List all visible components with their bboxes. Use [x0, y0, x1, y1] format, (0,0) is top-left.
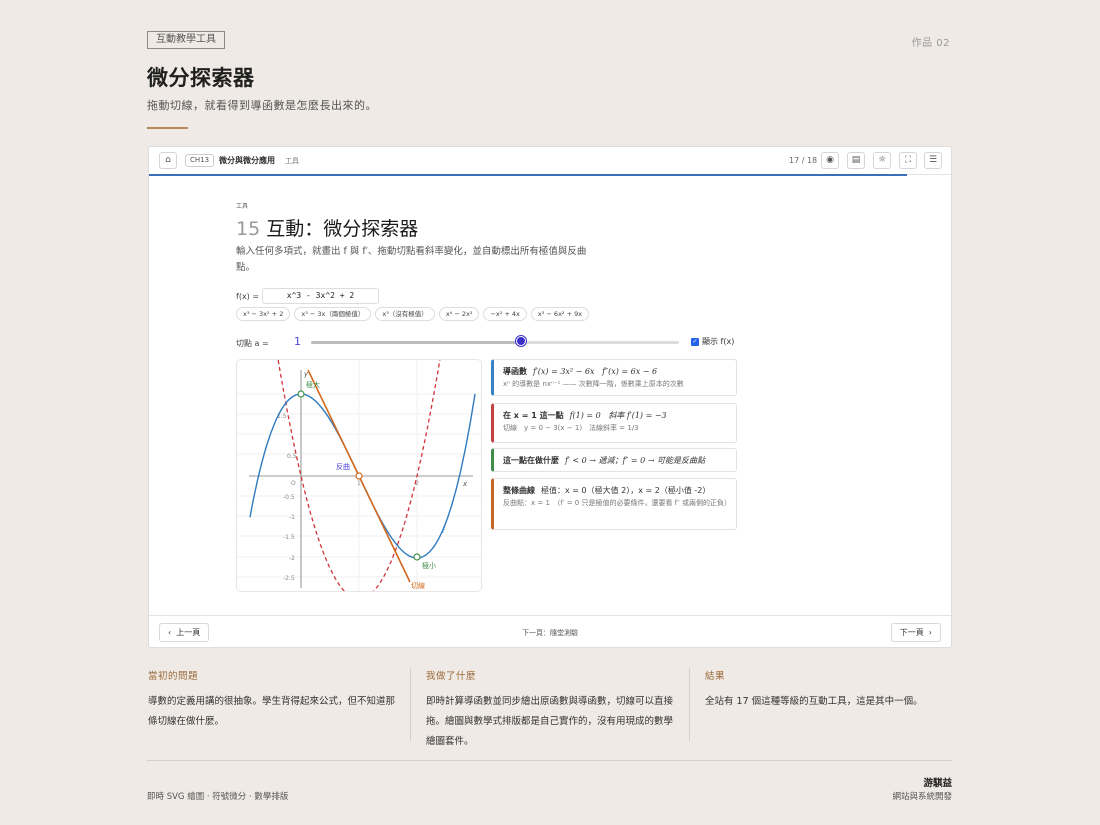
column-heading: 結果: [705, 671, 726, 682]
slide-toolbar: ⌂ CH13 微分與微分應用 工具 17 / 18 ◉ ▤ ☼ ⛶ ☰: [149, 147, 951, 175]
column-heading: 我做了什麼: [426, 671, 477, 682]
section-title-text: 互動：微分探索器: [266, 218, 419, 240]
next-hint: 下一頁：隨堂測驗: [522, 629, 578, 637]
point-slope: 斜率 f′(1) = −3: [608, 411, 667, 420]
column-heading: 當初的問題: [148, 671, 199, 682]
eye-icon[interactable]: ◉: [821, 152, 839, 169]
y-tick-label: -1.5: [283, 534, 295, 541]
card-note: 切線 y = 0 − 3(x − 1) 法線斜率 = 1/3: [503, 424, 639, 432]
min-point: [413, 553, 421, 561]
card-title: 這一點在做什麼: [503, 456, 559, 465]
derivative-card: 導函數 f′(x) = 3x² − 6x f″(x) = 6x − 6 xⁿ 的導…: [491, 359, 737, 396]
tangent-label: 切點 a =: [236, 339, 269, 348]
footer-divider: [147, 760, 952, 761]
column-text: 即時計算導函數並同步繪出原函數與導函數，切線可以直接拖。繪圖與數學式排版都是自己…: [426, 696, 674, 747]
x-tick-label: 1: [357, 480, 361, 487]
menu-icon[interactable]: ☰: [924, 152, 942, 169]
column-solution: 我做了什麼 即時計算導函數並同步繪出原函數與導函數，切線可以直接拖。繪圖與數學式…: [426, 668, 676, 752]
section-kicker: 工具: [236, 203, 249, 210]
behavior-card: 這一點在做什麼 f′ < 0 → 遞減；f″ = 0 → 可能是反曲點: [491, 448, 737, 472]
curve-card: 整條曲線 極值：x = 0（極大值 2），x = 2（極小值 -2） 反曲點：x …: [491, 478, 737, 530]
preset-chip[interactable]: x³ − 3x² + 2: [236, 307, 291, 321]
min-label: 極小: [422, 561, 436, 570]
tech-list: 即時 SVG 繪圖 · 符號微分 · 數學排版: [147, 792, 289, 802]
function-plot[interactable]: 1.5 0.5 -0.5 -1 -1.5 -2 -2.5 O 1 2 x y 極…: [236, 359, 482, 592]
point-card: 在 x = 1 這一點 f(1) = 0 斜率 f′(1) = −3 切線 y =…: [491, 403, 737, 443]
y-tick-label: -2: [289, 555, 295, 562]
work-number: 作品 02: [911, 38, 950, 49]
column-text: 導數的定義用講的很抽象。學生背得起來公式，但不知道那條切線在做什麼。: [148, 696, 396, 727]
column-result: 結果 全站有 17 個這種等級的互動工具，這是其中一個。: [705, 668, 955, 712]
y-tick-label: -0.5: [283, 494, 295, 501]
card-title: 整條曲線: [503, 486, 535, 495]
x-axis-label: x: [462, 480, 468, 488]
page-subtitle: 拖動切線，就看得到導函數是怎麼長出來的。: [147, 99, 377, 112]
column-problem: 當初的問題 導數的定義用講的很抽象。學生背得起來公式，但不知道那條切線在做什麼。: [148, 668, 398, 732]
card-note: xⁿ 的導數是 nxⁿ⁻¹ —— 次數降一階，係數乘上原本的次數: [503, 380, 684, 388]
preset-chip[interactable]: x³ − 6x² + 9x: [530, 307, 590, 321]
column-divider: [410, 668, 411, 741]
slider-fill: [311, 341, 521, 344]
note-icon[interactable]: ▤: [847, 152, 865, 169]
card-title: 導函數: [503, 367, 527, 376]
fullscreen-icon[interactable]: ⛶: [899, 152, 917, 169]
max-label: 極大: [306, 380, 320, 389]
chevron-right-icon: ›: [928, 628, 932, 637]
section-title: 15 互動：微分探索器: [236, 214, 418, 241]
origin-label: O: [291, 480, 296, 487]
page-counter: 17 / 18: [789, 156, 818, 165]
max-point: [297, 390, 305, 398]
preset-chip[interactable]: x³（沒有極值）: [375, 307, 435, 321]
tangent-slider[interactable]: [311, 341, 679, 344]
tangent-label-plot: 切線: [411, 581, 425, 590]
next-button[interactable]: 下一頁 ›: [890, 623, 941, 642]
slider-handle[interactable]: [515, 336, 526, 346]
first-derivative: f′(x) = 3x² − 6x: [533, 367, 595, 376]
chapter-type: 工具: [285, 157, 299, 165]
chapter-title: 微分與微分應用: [219, 156, 275, 165]
tangent-value: 1: [294, 335, 301, 348]
fx-label: f(x) =: [236, 292, 260, 301]
home-icon[interactable]: ⌂: [159, 152, 177, 169]
fx-input[interactable]: x^3 - 3x^2 + 2: [262, 288, 379, 304]
slide-preview: ⌂ CH13 微分與微分應用 工具 17 / 18 ◉ ▤ ☼ ⛶ ☰ 工具 1…: [148, 146, 952, 648]
preset-chip[interactable]: −x² + 4x: [483, 307, 527, 321]
checkbox-icon[interactable]: ✓: [691, 337, 699, 346]
inflection-label: 反曲: [336, 462, 350, 471]
chapter-badge: CH13: [185, 154, 215, 167]
column-divider: [689, 668, 690, 741]
y-tick-label: -2.5: [283, 575, 295, 582]
page-title: 微分探索器: [147, 66, 255, 90]
slide-nav: ‹ 上一頁 下一頁：隨堂測驗 下一頁 ›: [149, 615, 951, 647]
author-name: 游騏益: [923, 778, 952, 789]
preset-chip[interactable]: x⁴ − 2x²: [438, 307, 480, 321]
section-number: 15: [236, 218, 261, 240]
card-title: 在 x = 1 這一點: [503, 411, 564, 420]
preset-chips: x³ − 3x² + 2 x³ − 3x（兩個極值） x³（沒有極值） x⁴ −…: [236, 307, 590, 321]
accent-divider: [147, 127, 188, 129]
y-tick-label: 0.5: [287, 453, 297, 460]
show-fx-label: 顯示 f(x): [702, 337, 735, 346]
f-curve-label: f: [442, 527, 446, 535]
sun-icon[interactable]: ☼: [873, 152, 891, 169]
author-role: 網站與系統開發: [892, 792, 952, 802]
show-fx-toggle[interactable]: ✓ 顯示 f(x): [691, 336, 734, 347]
next-label: 下一頁: [899, 628, 924, 637]
card-text: f′ < 0 → 遞減；f″ = 0 → 可能是反曲點: [565, 456, 706, 465]
column-text: 全站有 17 個這種等級的互動工具，這是其中一個。: [705, 696, 923, 707]
slide-progress-bar: [149, 174, 907, 176]
second-derivative: f″(x) = 6x − 6: [602, 367, 658, 376]
point-value: f(1) = 0: [569, 411, 601, 420]
preset-chip[interactable]: x³ − 3x（兩個極值）: [294, 307, 372, 321]
category-tag: 互動教學工具: [147, 31, 225, 49]
y-tick-label: -1: [289, 514, 295, 521]
section-description: 輸入任何多項式，就畫出 f 與 f′、拖動切點看斜率變化，並自動標出所有極值與反…: [236, 246, 587, 273]
card-text: 極值：x = 0（極大值 2），x = 2（極小值 -2）: [541, 486, 711, 495]
tangent-point[interactable]: [355, 472, 363, 480]
card-note: 反曲點：x = 1 （f′ = 0 只是極值的必要條件，還要看 f″ 或兩側的正…: [503, 499, 731, 507]
plot-svg: 1.5 0.5 -0.5 -1 -1.5 -2 -2.5 O 1 2 x y 極…: [237, 360, 481, 591]
